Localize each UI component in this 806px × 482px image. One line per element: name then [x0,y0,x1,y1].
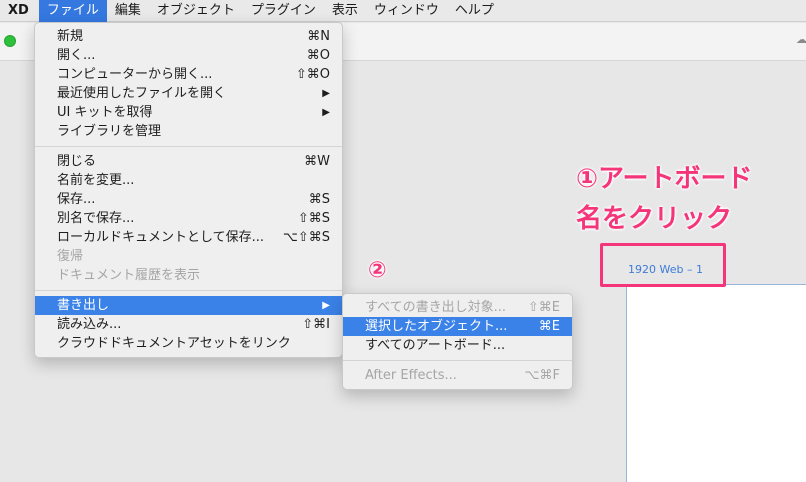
submenu-arrow-icon: ▶ [322,107,330,118]
shortcut-label: ⌥⇧⌘S [282,230,330,245]
menu-item-label: After Effects... [365,368,457,383]
menu-item-label: 復帰 [57,249,84,264]
menu-item-label: コンピューターから開く... [57,67,213,82]
menu-separator [35,290,342,291]
menu-item-open-recent[interactable]: 最近使用したファイルを開く ▶ [35,84,342,103]
menu-item-label: 選択したオブジェクト... [365,319,508,334]
menu-item-label: ライブラリを管理 [57,124,162,139]
menu-item-label: 最近使用したファイルを開く [57,86,227,101]
menu-item-label: すべての書き出し対象... [365,300,506,315]
annotation-step2: ② [368,258,387,283]
menu-item-export-all-assets: すべての書き出し対象... ⇧⌘E [343,298,572,317]
menu-item-label: 開く... [57,48,96,63]
menu-item-open[interactable]: 開く... ⌘O [35,46,342,65]
app-menu-xd[interactable]: XD [0,0,39,22]
annotation-step1-line1: ①アートボード [576,164,753,194]
menu-item-rename[interactable]: 名前を変更... [35,171,342,190]
menu-item-label: 新規 [57,29,84,44]
menu-item-link-cloud-assets[interactable]: クラウドドキュメントアセットをリンク [35,334,342,353]
menu-item-label: 保存... [57,192,96,207]
shortcut-label: ⌘O [306,48,330,63]
shortcut-label: ⌘W [304,154,330,169]
shortcut-label: ⌘N [307,29,330,44]
menu-item-after-effects: After Effects... ⌥⌘F [343,366,572,385]
menu-file[interactable]: ファイル [38,0,107,22]
menu-edit[interactable]: 編集 [107,0,149,22]
window-zoom-button[interactable] [4,35,16,47]
menu-item-new[interactable]: 新規 ⌘N [35,27,342,46]
shortcut-label: ⌘E [538,319,560,334]
shortcut-label: ⌘S [308,192,330,207]
menu-item-get-ui-kits[interactable]: UI キットを取得 ▶ [35,103,342,122]
menu-separator [343,360,572,361]
menu-item-label: ローカルドキュメントとして保存... [57,230,265,245]
menu-plugins[interactable]: プラグイン [243,0,324,22]
menu-item-label: 閉じる [57,154,97,169]
menu-window[interactable]: ウィンドウ [366,0,447,22]
menu-item-label: UI キットを取得 [57,105,153,120]
menu-item-label: クラウドドキュメントアセットをリンク [57,336,291,351]
cloud-icon[interactable]: ☁ [796,34,806,45]
menu-item-export[interactable]: 書き出し ▶ [35,296,342,315]
menu-item-export-selected[interactable]: 選択したオブジェクト... ⌘E [343,317,572,336]
menu-item-open-from-computer[interactable]: コンピューターから開く... ⇧⌘O [35,65,342,84]
menu-item-version-history: ドキュメント履歴を表示 [35,266,342,285]
artboard[interactable] [626,284,806,482]
submenu-arrow-icon: ▶ [322,300,330,311]
shortcut-label: ⇧⌘E [527,300,560,315]
menu-item-label: 別名で保存... [57,211,135,226]
menu-item-label: ドキュメント履歴を表示 [57,268,201,283]
menu-item-label: すべてのアートボード... [365,338,506,353]
menu-item-label: 読み込み... [57,317,122,332]
menu-item-save[interactable]: 保存... ⌘S [35,190,342,209]
menu-item-close[interactable]: 閉じる ⌘W [35,152,342,171]
menu-help[interactable]: ヘルプ [447,0,502,22]
menu-item-label: 書き出し [57,298,110,313]
menu-bar: XD ファイル 編集 オブジェクト プラグイン 表示 ウィンドウ ヘルプ [0,0,806,22]
menu-item-export-all-artboards[interactable]: すべてのアートボード... [343,336,572,355]
menu-item-import[interactable]: 読み込み... ⇧⌘I [35,315,342,334]
menu-object[interactable]: オブジェクト [149,0,243,22]
menu-item-manage-libraries[interactable]: ライブラリを管理 [35,122,342,141]
shortcut-label: ⇧⌘O [295,67,330,82]
submenu-arrow-icon: ▶ [322,88,330,99]
shortcut-label: ⌥⌘F [524,368,560,383]
file-menu: 新規 ⌘N 開く... ⌘O コンピューターから開く... ⇧⌘O 最近使用したファイ… [34,22,343,358]
menu-item-save-as[interactable]: 別名で保存... ⇧⌘S [35,209,342,228]
menu-separator [35,146,342,147]
annotation-highlight-box [600,243,726,287]
menu-item-revert: 復帰 [35,247,342,266]
menu-view[interactable]: 表示 [324,0,366,22]
menu-item-save-local[interactable]: ローカルドキュメントとして保存... ⌥⇧⌘S [35,228,342,247]
shortcut-label: ⇧⌘I [302,317,330,332]
menu-item-label: 名前を変更... [57,173,135,188]
annotation-step1-line2: 名をクリック [576,204,733,234]
export-submenu: すべての書き出し対象... ⇧⌘E 選択したオブジェクト... ⌘E すべてのアート… [342,293,573,390]
shortcut-label: ⇧⌘S [297,211,330,226]
